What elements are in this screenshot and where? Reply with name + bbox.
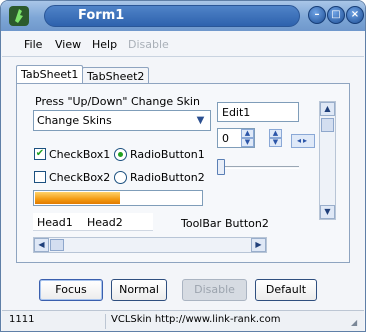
spin-edit-value: 0 [222,132,229,145]
updown-up-arrow-icon[interactable]: ▲ [269,129,282,138]
radio-selected-dot-icon [118,152,123,157]
title-pill: Form1 [44,5,300,27]
normal-button[interactable]: Normal [111,279,167,301]
toolbar-button2[interactable]: Button2 [225,217,269,230]
checkbox1[interactable]: ✔ [34,148,46,160]
menu-file[interactable]: File [24,38,42,51]
horizontal-scrollbar[interactable]: ◀ ▶ [33,237,267,253]
toolbar-label: ToolBar [181,217,222,230]
progress-bar [33,190,203,206]
checkbox2[interactable] [34,171,46,183]
scroll-up-arrow-icon[interactable]: ▲ [320,102,335,116]
edit1-value: Edit1 [222,106,251,119]
menu-view[interactable]: View [55,38,81,51]
checkbox2-label: CheckBox2 [49,171,111,184]
main-window: Form1 – □ × File View Help Disable TabSh… [0,0,366,332]
status-panel-1: 1111 [6,314,106,329]
default-button[interactable]: Default [255,279,317,301]
menu-divider [2,56,364,57]
vertical-scroll-thumb[interactable] [321,118,334,132]
close-button[interactable]: × [346,6,364,24]
minimize-button[interactable]: – [308,6,326,24]
skin-prompt-label: Press "Up/Down" Change Skin [35,95,200,108]
menu-help[interactable]: Help [92,38,117,51]
window-title: Form1 [78,8,125,23]
spin-up-arrow-icon[interactable]: ▲ [241,129,254,138]
app-icon [9,6,29,26]
spin-down-arrow-icon[interactable]: ▼ [241,138,254,147]
status-panel-2: VCLSkin http://www.link-rank.com [111,314,281,325]
left-right-arrows-icon[interactable]: ◂▸ [291,134,315,148]
radiobutton2-label: RadioButton2 [130,171,205,184]
scroll-left-arrow-icon[interactable]: ◀ [34,238,49,252]
radiobutton1[interactable] [114,148,127,161]
header-section-1[interactable]: Head1 [37,216,73,229]
header-section-2[interactable]: Head2 [87,216,123,229]
skin-combobox-value: Change Skins [37,114,112,127]
status-bar: 1111 VCLSkin http://www.link-rank.com ◢ [2,310,364,331]
horizontal-scroll-thumb[interactable] [50,239,64,251]
skin-combobox[interactable]: Change Skins ▼ [33,110,211,131]
disable-button: Disable [182,279,247,301]
maximize-button[interactable]: □ [327,6,345,24]
radiobutton2[interactable] [114,171,127,184]
focus-button[interactable]: Focus [39,279,103,301]
vertical-scrollbar[interactable]: ▲ ▼ [319,101,336,220]
menu-disable: Disable [128,38,169,51]
updown-down-arrow-icon[interactable]: ▼ [269,138,282,147]
radiobutton1-label: RadioButton1 [130,148,205,161]
header-control: Head1 Head2 [33,213,153,231]
chevron-down-icon[interactable]: ▼ [192,112,209,129]
menu-bar: File View Help Disable [2,33,364,55]
scroll-right-arrow-icon[interactable]: ▶ [251,238,266,252]
resize-grip-icon[interactable]: ◢ [351,318,361,328]
progress-bar-fill [35,192,120,204]
checkbox1-label: CheckBox1 [49,148,111,161]
trackbar-thumb[interactable] [217,159,225,175]
scroll-down-arrow-icon[interactable]: ▼ [320,205,335,219]
edit1-field[interactable]: Edit1 [217,102,299,122]
title-bar[interactable]: Form1 – □ × [1,1,365,31]
trackbar-track [217,166,299,169]
tab-sheet1[interactable]: TabSheet1 [16,65,84,85]
